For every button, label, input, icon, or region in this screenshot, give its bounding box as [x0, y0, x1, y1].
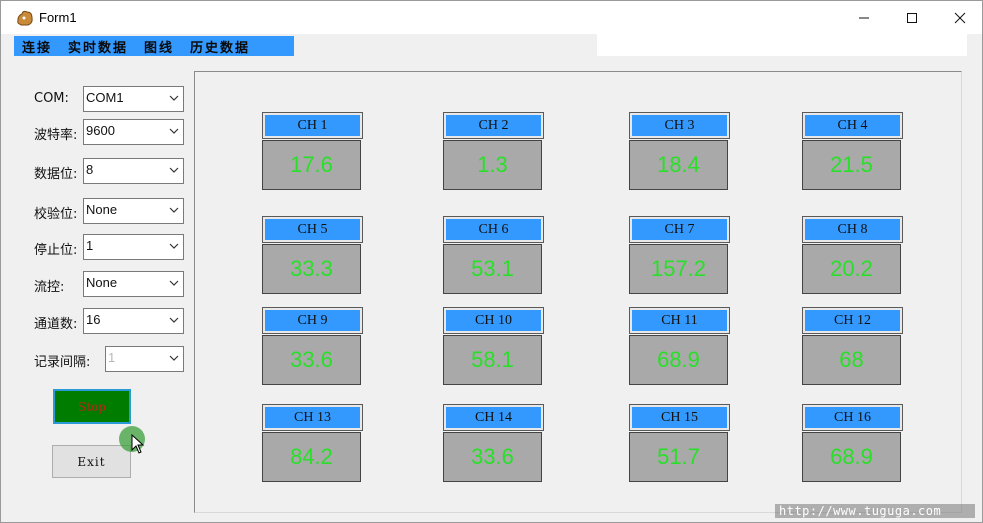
channel-value: 17.6: [262, 140, 361, 190]
channel-label: CH 9: [262, 307, 363, 334]
chevron-down-icon: [169, 128, 179, 134]
menu-connect[interactable]: 连接: [14, 37, 60, 56]
channel-value: 20.2: [802, 244, 901, 294]
menu-chart[interactable]: 图线: [136, 37, 182, 56]
channel-label: CH 13: [262, 404, 363, 431]
channel-value: 51.7: [629, 432, 728, 482]
parity-label: 校验位:: [34, 207, 78, 222]
channel-label: CH 6: [443, 216, 544, 243]
record-interval-label: 记录间隔:: [34, 355, 91, 370]
watermark-text: http://www.tuguga.com: [775, 504, 975, 518]
close-icon: [954, 12, 966, 23]
stop-bits-select[interactable]: 1: [83, 234, 184, 260]
parity-value: None: [86, 202, 118, 217]
channel-label: CH 15: [629, 404, 730, 431]
channel-value: 1.3: [443, 140, 542, 190]
menu-history-data[interactable]: 历史数据: [182, 37, 258, 56]
chevron-down-icon: [169, 355, 179, 361]
data-bits-select[interactable]: 8: [83, 158, 184, 184]
com-select[interactable]: COM1: [83, 86, 184, 112]
maximize-button[interactable]: [889, 1, 935, 34]
channel-value: 33.3: [262, 244, 361, 294]
maximize-icon: [907, 12, 917, 23]
channel-value: 58.1: [443, 335, 542, 385]
baud-rate-value: 9600: [86, 123, 115, 138]
com-value: COM1: [86, 90, 124, 105]
minimize-button[interactable]: [841, 1, 887, 34]
channel-label: CH 8: [802, 216, 903, 243]
stop-bits-label: 停止位:: [34, 243, 78, 258]
channel-value: 33.6: [443, 432, 542, 482]
com-label: COM:: [34, 91, 69, 106]
channel-label: CH 12: [802, 307, 903, 334]
close-button[interactable]: [937, 1, 983, 34]
channel-value: 33.6: [262, 335, 361, 385]
window-title: Form1: [39, 10, 77, 25]
menu-strip-blank: [597, 34, 967, 56]
data-bits-value: 8: [86, 162, 94, 177]
flow-control-select[interactable]: None: [83, 271, 184, 297]
record-interval-value: 1: [108, 350, 116, 365]
channel-value: 68.9: [629, 335, 728, 385]
chevron-down-icon: [169, 167, 179, 173]
channel-label: CH 14: [443, 404, 544, 431]
channel-value: 84.2: [262, 432, 361, 482]
channel-label: CH 10: [443, 307, 544, 334]
channel-value: 157.2: [629, 244, 728, 294]
channel-count-select[interactable]: 16: [83, 308, 184, 334]
chevron-down-icon: [169, 95, 179, 101]
channel-label: CH 11: [629, 307, 730, 334]
chevron-down-icon: [169, 243, 179, 249]
chevron-down-icon: [169, 280, 179, 286]
channel-label: CH 4: [802, 112, 903, 139]
flow-control-label: 流控:: [34, 280, 65, 295]
stop-bits-value: 1: [86, 238, 94, 253]
exit-button[interactable]: Exit: [52, 445, 131, 478]
channel-label: CH 5: [262, 216, 363, 243]
record-interval-select[interactable]: 1: [105, 346, 184, 372]
channel-label: CH 1: [262, 112, 363, 139]
channel-label: CH 16: [802, 404, 903, 431]
minimize-icon: [859, 17, 869, 18]
start-stop-button[interactable]: Stop: [53, 389, 131, 424]
channel-count-value: 16: [86, 312, 101, 327]
menu-realtime-data[interactable]: 实时数据: [60, 37, 136, 56]
chevron-down-icon: [169, 207, 179, 213]
data-bits-label: 数据位:: [34, 167, 78, 182]
title-bar: Form1: [1, 1, 982, 34]
mouse-cursor-icon: [131, 434, 145, 454]
chevron-down-icon: [169, 317, 179, 323]
parity-select[interactable]: None: [83, 198, 184, 224]
channel-label: CH 7: [629, 216, 730, 243]
channel-value: 18.4: [629, 140, 728, 190]
main-window: Form1 连接 实时数据 图线 历史数据 COM: COM1 波特率: 960…: [0, 0, 983, 523]
channel-value: 68: [802, 335, 901, 385]
channel-value: 21.5: [802, 140, 901, 190]
channel-value: 53.1: [443, 244, 542, 294]
channel-label: CH 3: [629, 112, 730, 139]
menu-bar: 连接 实时数据 图线 历史数据: [14, 36, 294, 56]
channel-count-label: 通道数:: [34, 317, 78, 332]
app-icon: [17, 10, 33, 26]
baud-rate-label: 波特率:: [34, 128, 78, 143]
baud-rate-select[interactable]: 9600: [83, 119, 184, 145]
flow-control-value: None: [86, 275, 118, 290]
channel-label: CH 2: [443, 112, 544, 139]
channel-value: 68.9: [802, 432, 901, 482]
